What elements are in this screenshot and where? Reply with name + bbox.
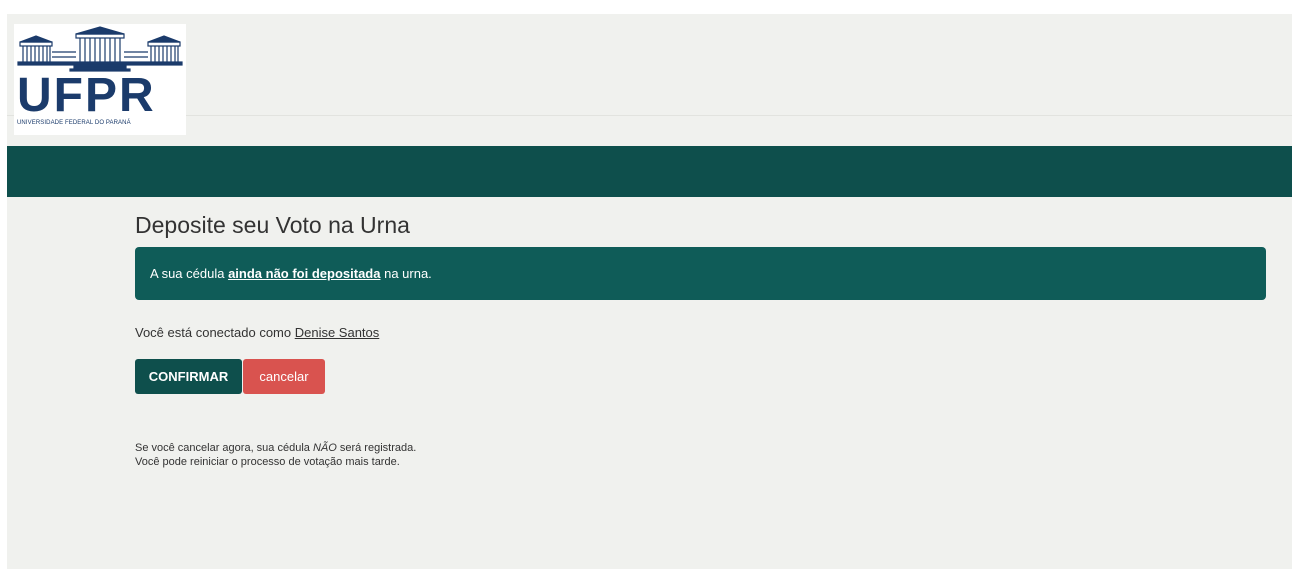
logo-wordmark: UFPR — [17, 69, 156, 122]
cancel-note-line-2: Você pode reiniciar o processo de votaçã… — [135, 456, 400, 468]
note-prefix: Se você cancelar agora, sua cédula — [135, 442, 313, 454]
page: UFPR UNIVERSIDADE FEDERAL DO PARANÁ Depo… — [7, 14, 1292, 569]
alert-status-link[interactable]: ainda não foi depositada — [228, 266, 380, 281]
cancel-button[interactable]: cancelar — [243, 359, 325, 394]
top-navbar — [7, 146, 1292, 197]
connected-as-text: Você está conectado como Denise Santos — [135, 324, 1266, 342]
cancel-note: Se você cancelar agora, sua cédula NÃO s… — [135, 441, 1266, 469]
user-link[interactable]: Denise Santos — [295, 325, 380, 340]
cancel-note-line-1: Se você cancelar agora, sua cédula NÃO s… — [135, 441, 1266, 455]
page-title: Deposite seu Voto na Urna — [135, 212, 410, 238]
note-suffix: será registrada. — [336, 442, 417, 454]
connected-prefix: Você está conectado como — [135, 325, 295, 340]
header — [7, 14, 1292, 116]
alert-text-suffix: na urna. — [380, 266, 432, 281]
note-emphasis: NÃO — [312, 442, 337, 454]
ufpr-logo[interactable]: UFPR UNIVERSIDADE FEDERAL DO PARANÁ — [14, 24, 186, 135]
ballot-status-alert: A sua cédula ainda não foi depositada na… — [135, 247, 1266, 300]
alert-text-prefix: A sua cédula — [150, 266, 229, 281]
main-content: Deposite seu Voto na Urna A sua cédula a… — [135, 210, 1266, 469]
action-buttons: CONFIRMAR cancelar — [135, 359, 1266, 395]
logo-subtitle: UNIVERSIDADE FEDERAL DO PARANÁ — [17, 120, 131, 126]
confirm-button[interactable]: CONFIRMAR — [135, 359, 242, 394]
